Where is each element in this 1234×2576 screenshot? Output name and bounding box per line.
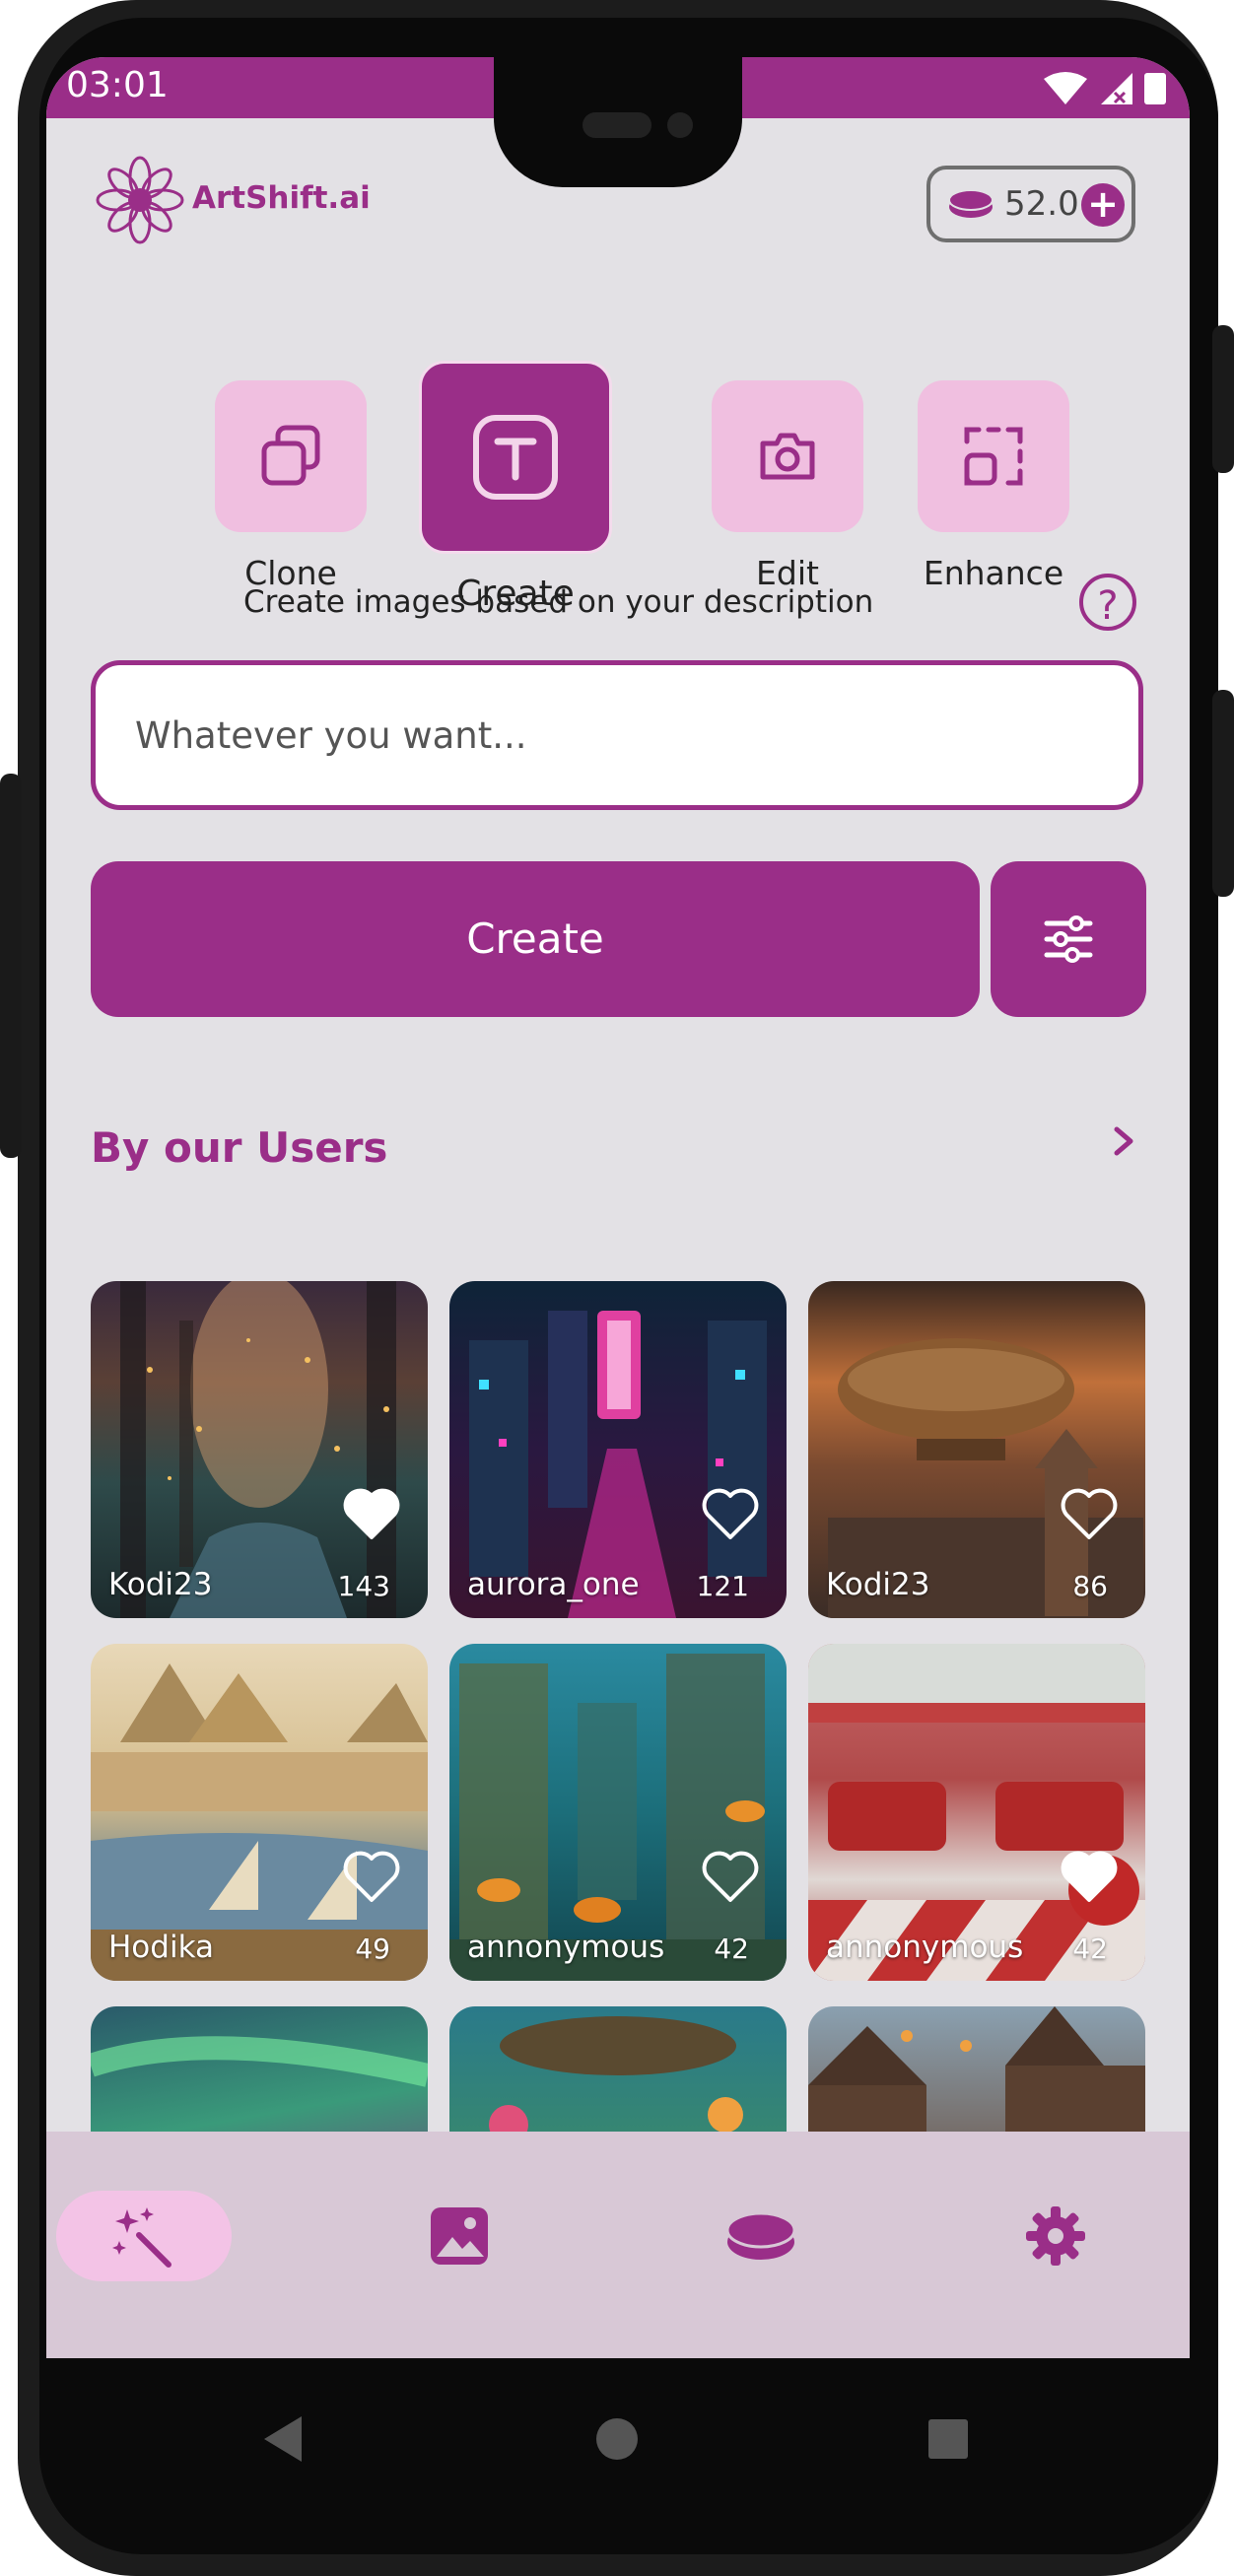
card-like-count: 121 [696, 1570, 749, 1602]
heart-icon[interactable] [700, 1486, 761, 1541]
mode-clone-tile[interactable] [215, 380, 367, 532]
app-body: ArtShift.ai 52.0 + Clone Create Edit Enh… [46, 118, 1190, 2358]
credits-balance[interactable]: 52.0 + [926, 166, 1135, 242]
crop-icon [964, 427, 1023, 486]
logo-text: ArtShift.ai [192, 180, 371, 216]
card-username: annonymous [467, 1930, 665, 1965]
nav-create[interactable] [56, 2191, 232, 2281]
nav-gallery[interactable] [372, 2191, 547, 2281]
battery-icon [1144, 73, 1166, 104]
mode-create-tile[interactable] [419, 361, 612, 554]
magic-wand-icon [112, 2207, 171, 2268]
back-icon[interactable] [258, 2412, 308, 2466]
add-credits-button[interactable]: + [1081, 183, 1125, 227]
card-like-count: 86 [1072, 1570, 1108, 1602]
nav-settings[interactable] [968, 2191, 1143, 2281]
screen: 03:01 ArtShift.ai 52.0 + Clone Create Ed… [46, 57, 1190, 2358]
gear-icon [1026, 2206, 1085, 2266]
gallery-card[interactable]: Hodika 49 [91, 1644, 428, 1981]
heart-icon[interactable] [1059, 1486, 1120, 1541]
coins-icon [725, 2211, 796, 2260]
wifi-icon [1044, 72, 1087, 104]
sliders-icon [1044, 915, 1093, 963]
status-icons [1044, 72, 1166, 104]
card-username: Kodi23 [108, 1567, 213, 1602]
nav-credits[interactable] [673, 2191, 849, 2281]
bottom-navigation [46, 2132, 1190, 2358]
mode-enhance-tile[interactable] [918, 380, 1069, 532]
system-navigation-bar [46, 2358, 1190, 2522]
mode-enhance[interactable]: Enhance [906, 380, 1081, 592]
volume-up-button [1212, 325, 1234, 473]
logo-icon [96, 156, 184, 244]
card-like-count: 49 [355, 1932, 390, 1965]
gallery-card[interactable]: annonymous 42 [808, 1644, 1145, 1981]
prompt-input[interactable] [133, 705, 1083, 766]
mode-description: Create images based on your description [243, 584, 874, 620]
help-button[interactable]: ? [1079, 574, 1136, 631]
gallery-card[interactable]: aurora_one 121 [449, 1281, 787, 1618]
gallery-card[interactable]: Kodi23 86 [808, 1281, 1145, 1618]
coins-icon [948, 189, 994, 218]
prompt-field[interactable] [91, 660, 1143, 810]
gallery-card[interactable]: annonymous 42 [449, 1644, 787, 1981]
gallery-card[interactable]: Kodi23 143 [91, 1281, 428, 1618]
volume-down-button [1212, 690, 1234, 897]
mode-edit-tile[interactable] [712, 380, 863, 532]
generation-settings-button[interactable] [991, 861, 1146, 1017]
heart-icon[interactable] [341, 1486, 402, 1541]
home-icon[interactable] [594, 2416, 640, 2462]
mode-edit[interactable]: Edit [709, 380, 866, 592]
heart-icon[interactable] [700, 1849, 761, 1904]
mode-clone[interactable]: Clone [212, 380, 370, 592]
card-like-count: 42 [714, 1932, 749, 1965]
card-username: aurora_one [467, 1567, 640, 1602]
mode-create[interactable]: Create [419, 361, 612, 614]
gallery-title: By our Users [91, 1123, 388, 1172]
credits-value: 52.0 [1004, 184, 1079, 224]
heart-icon[interactable] [1059, 1849, 1120, 1904]
gallery-icon [431, 2207, 488, 2265]
copy-icon [261, 425, 320, 486]
text-icon [473, 415, 558, 500]
status-time: 03:01 [66, 65, 169, 105]
card-username: Hodika [108, 1930, 214, 1965]
card-like-count: 42 [1072, 1932, 1108, 1965]
recents-icon[interactable] [926, 2417, 970, 2461]
create-button[interactable]: Create [91, 861, 980, 1017]
card-like-count: 143 [337, 1570, 390, 1602]
power-button [0, 774, 22, 1158]
chevron-right-icon[interactable] [1103, 1121, 1142, 1161]
mode-enhance-label: Enhance [923, 554, 1064, 592]
card-username: annonymous [826, 1930, 1024, 1965]
camera-icon [760, 433, 815, 480]
heart-icon[interactable] [341, 1849, 402, 1904]
card-username: Kodi23 [826, 1567, 930, 1602]
